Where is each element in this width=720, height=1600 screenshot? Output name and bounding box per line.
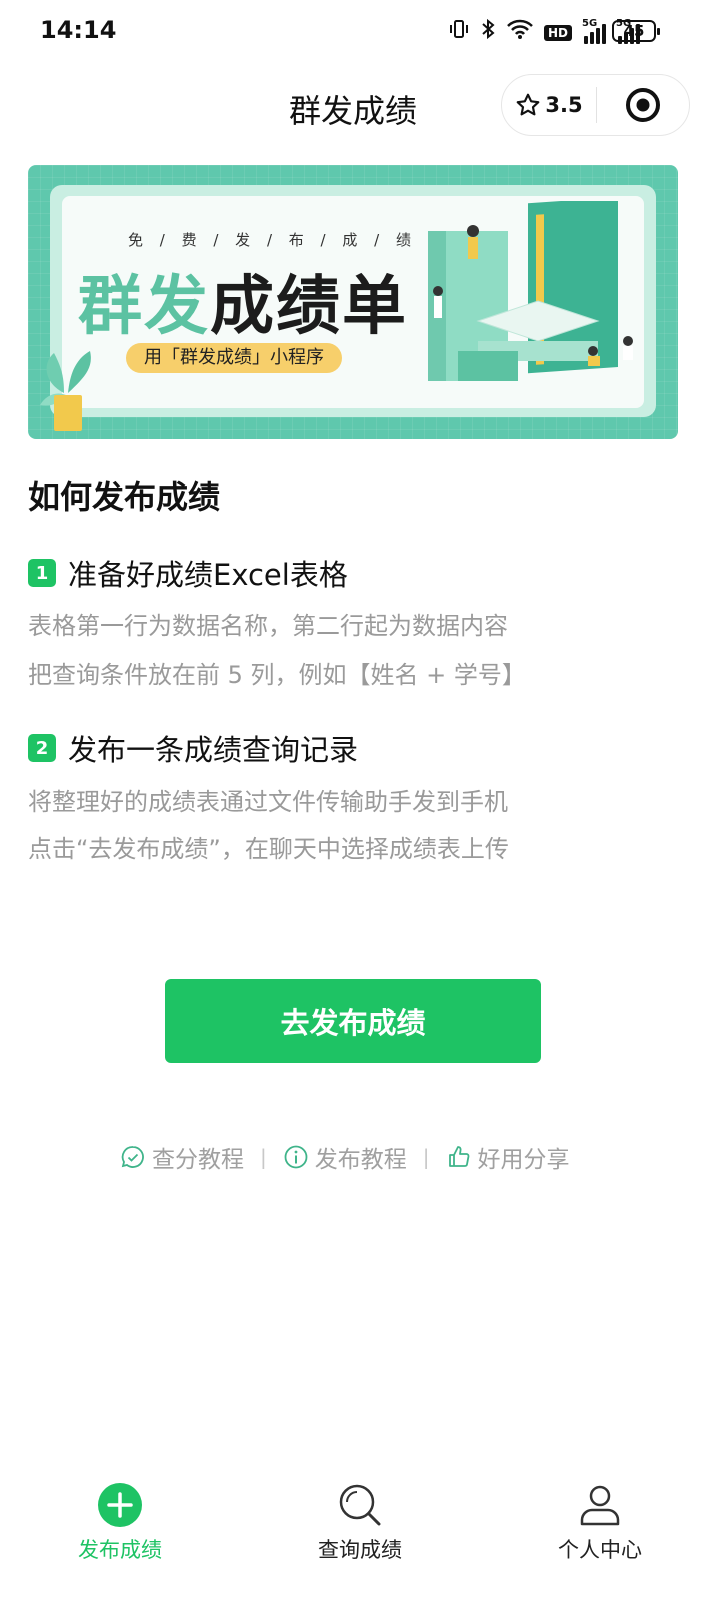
tab-label: 个人中心 bbox=[558, 1538, 642, 1562]
link-label: 查分教程 bbox=[152, 1147, 244, 1173]
tab-personal-center[interactable]: 个人中心 bbox=[480, 1470, 720, 1600]
step-title: 准备好成绩Excel表格 bbox=[68, 558, 348, 592]
info-icon bbox=[284, 1145, 308, 1169]
banner-headline-dark: 成绩单 bbox=[210, 270, 408, 344]
close-miniprogram-button[interactable] bbox=[597, 86, 689, 124]
step-description: 将整理好的成绩表通过文件传输助手发到手机 bbox=[28, 788, 508, 816]
battery-icon: 45 bbox=[612, 20, 660, 42]
banner-headline: 群发成绩单 bbox=[78, 255, 408, 347]
star-icon bbox=[517, 93, 540, 116]
signal-5g-icon: 5G bbox=[582, 18, 606, 44]
tab-publish-scores[interactable]: 发布成绩 bbox=[0, 1470, 240, 1600]
step-number: 2 bbox=[28, 734, 56, 762]
step-description: 点击“去发布成绩”，在聊天中选择成绩表上传 bbox=[28, 835, 509, 863]
screen: 14:14 HD 5G 5G 45 群发成绩 3.5 免 / 费 / 发 / 布… bbox=[0, 0, 720, 1600]
section-heading: 如何发布成绩 bbox=[28, 478, 221, 516]
status-time: 14:14 bbox=[40, 16, 117, 44]
plant-illustration bbox=[40, 351, 91, 431]
wifi-icon bbox=[506, 18, 534, 48]
publish-tutorial-link[interactable]: 发布教程 bbox=[283, 1140, 407, 1174]
miniprogram-capsule: 3.5 bbox=[501, 74, 690, 136]
status-bar: 14:14 HD 5G 5G 45 bbox=[0, 0, 720, 62]
help-links: 查分教程 | 发布教程 | 好用分享 bbox=[120, 1140, 600, 1174]
publish-scores-button[interactable]: 去发布成绩 bbox=[165, 979, 541, 1063]
link-divider: | bbox=[422, 1145, 430, 1169]
step-number: 1 bbox=[28, 559, 56, 587]
score-query-tutorial-link[interactable]: 查分教程 bbox=[120, 1140, 244, 1174]
link-label: 发布教程 bbox=[314, 1147, 407, 1173]
step-description: 把查询条件放在前 5 列，例如【姓名 + 学号】 bbox=[28, 661, 526, 689]
search-icon bbox=[339, 1484, 381, 1526]
thumbs-up-icon bbox=[448, 1146, 469, 1167]
step-1: 1 准备好成绩Excel表格 bbox=[28, 552, 348, 594]
step-description: 表格第一行为数据名称，第二行起为数据内容 bbox=[28, 612, 508, 640]
link-label: 好用分享 bbox=[477, 1147, 570, 1173]
tab-label: 查询成绩 bbox=[318, 1538, 402, 1562]
user-icon bbox=[580, 1485, 620, 1526]
vibrate-icon bbox=[448, 18, 470, 48]
rating-value: 3.5 bbox=[545, 93, 583, 117]
title-bar: 群发成绩 3.5 bbox=[0, 74, 720, 138]
target-icon bbox=[626, 88, 660, 122]
chat-check-icon bbox=[121, 1146, 144, 1168]
bottom-tab-bar: 发布成绩 查询成绩 个人中心 bbox=[0, 1470, 720, 1600]
step-2: 2 发布一条成绩查询记录 bbox=[28, 727, 358, 769]
rating-button[interactable]: 3.5 bbox=[502, 92, 596, 118]
bluetooth-icon bbox=[480, 18, 496, 48]
tab-query-scores[interactable]: 查询成绩 bbox=[240, 1470, 480, 1600]
plus-circle-icon bbox=[98, 1483, 142, 1527]
tab-label: 发布成绩 bbox=[78, 1538, 162, 1562]
promo-banner[interactable]: 免 / 费 / 发 / 布 / 成 / 绩 群发成绩单 用「群发成绩」小程序 bbox=[28, 165, 678, 439]
link-divider: | bbox=[260, 1145, 267, 1169]
step-title: 发布一条成绩查询记录 bbox=[68, 733, 359, 767]
share-link[interactable]: 好用分享 bbox=[446, 1140, 570, 1174]
hd-voice-icon: HD bbox=[543, 25, 572, 41]
banner-subtitle: 免 / 费 / 发 / 布 / 成 / 绩 bbox=[128, 231, 417, 249]
books-illustration bbox=[428, 201, 633, 381]
banner-pill: 用「群发成绩」小程序 bbox=[126, 343, 342, 373]
